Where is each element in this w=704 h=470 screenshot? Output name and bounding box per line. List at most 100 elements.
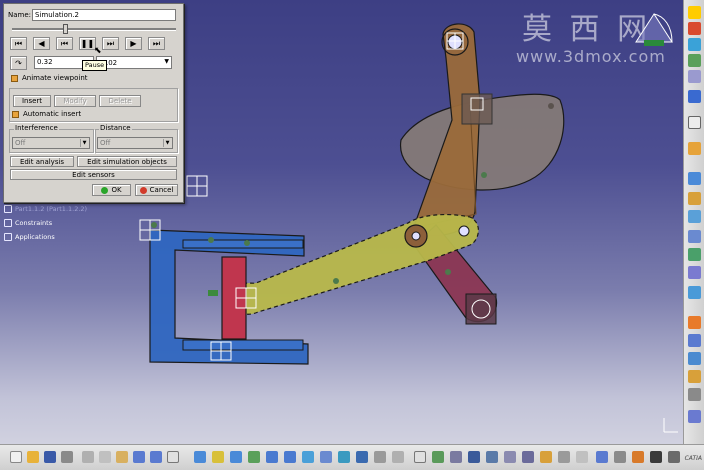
- multi-view-icon[interactable]: [320, 451, 332, 463]
- constraint-icon[interactable]: [688, 70, 701, 83]
- tree-item-constraints[interactable]: Constraints: [4, 216, 87, 230]
- animate-viewpoint-checkbox[interactable]: [11, 75, 18, 82]
- copy-icon[interactable]: [99, 451, 111, 463]
- light-icon[interactable]: [632, 451, 644, 463]
- annotation-icon[interactable]: [522, 451, 534, 463]
- magnify-icon[interactable]: [614, 451, 626, 463]
- wrench-icon[interactable]: [688, 388, 701, 401]
- compass-move-icon[interactable]: [688, 142, 701, 155]
- right-toolbar: [683, 0, 704, 444]
- jump-to-start-button[interactable]: ⏮: [10, 37, 27, 50]
- flag-icon[interactable]: [650, 451, 662, 463]
- track-icon[interactable]: [688, 286, 701, 299]
- step-dropdown-arrow-icon[interactable]: ▼: [164, 58, 169, 65]
- catalog-icon[interactable]: [688, 334, 701, 347]
- fit-all-icon[interactable]: [212, 451, 224, 463]
- joint-icon[interactable]: [688, 38, 701, 51]
- edit-simulation-objects-button[interactable]: Edit simulation objects: [77, 156, 177, 167]
- simulation-slider-thumb[interactable]: [63, 24, 68, 34]
- open-folder-icon[interactable]: [27, 451, 39, 463]
- simulation-dialog: Name: Simulation.2 ⏮ ◀ ⏮ ❚❚ ⏭ ▶ ⏭ ↷ 0.32…: [3, 3, 184, 203]
- pan-icon[interactable]: [230, 451, 242, 463]
- rotate-icon[interactable]: [248, 451, 260, 463]
- simulation-icon[interactable]: [688, 192, 701, 205]
- redo-icon[interactable]: [150, 451, 162, 463]
- automatic-insert-checkbox[interactable]: [12, 111, 19, 118]
- iso-view-icon[interactable]: [338, 451, 350, 463]
- analysis-icon[interactable]: [688, 172, 701, 185]
- simulation-workbench-icon[interactable]: [688, 6, 701, 19]
- tree-item-applications[interactable]: Applications: [4, 230, 87, 244]
- formula-icon[interactable]: [414, 451, 426, 463]
- knowledge-icon[interactable]: [432, 451, 444, 463]
- fly-mode-icon[interactable]: [194, 451, 206, 463]
- axis-glyph: [663, 418, 678, 433]
- undo-icon[interactable]: [133, 451, 145, 463]
- jump-to-end-button[interactable]: ⏭: [148, 37, 165, 50]
- simulation-slider-track[interactable]: [12, 28, 176, 31]
- step-size-field[interactable]: .02 ▼: [96, 56, 172, 69]
- product-icon[interactable]: [688, 316, 701, 329]
- new-document-icon[interactable]: [10, 451, 22, 463]
- kinematics-icon[interactable]: [688, 54, 701, 67]
- distance-dropdown-arrow-icon[interactable]: ▼: [163, 139, 171, 147]
- search-icon[interactable]: [596, 451, 608, 463]
- select-arrow-icon[interactable]: [688, 116, 701, 129]
- section-icon[interactable]: [504, 451, 516, 463]
- paste-icon[interactable]: [116, 451, 128, 463]
- save-icon[interactable]: [44, 451, 56, 463]
- interference-dropdown-arrow-icon[interactable]: ▼: [80, 139, 88, 147]
- distance-icon[interactable]: [688, 248, 701, 261]
- shading-icon[interactable]: [356, 451, 368, 463]
- normal-view-icon[interactable]: [302, 451, 314, 463]
- name-field[interactable]: Simulation.2: [32, 9, 176, 21]
- options-icon[interactable]: [688, 370, 701, 383]
- dropdown-icon[interactable]: [668, 451, 680, 463]
- play-backward-button[interactable]: ◀: [33, 37, 50, 50]
- hide-show-icon[interactable]: [374, 451, 386, 463]
- zoom-in-icon[interactable]: [266, 451, 278, 463]
- cut-icon[interactable]: [82, 451, 94, 463]
- sweep-icon[interactable]: [688, 266, 701, 279]
- whats-this-icon[interactable]: [167, 451, 179, 463]
- insert-button[interactable]: Insert: [13, 95, 51, 107]
- interference-select[interactable]: Off ▼: [12, 137, 90, 149]
- replay-icon[interactable]: [688, 210, 701, 223]
- table-icon[interactable]: [486, 451, 498, 463]
- step-backward-button[interactable]: ⏮: [56, 37, 73, 50]
- joint-square-lower: [465, 293, 497, 325]
- ok-button[interactable]: OK: [92, 184, 131, 196]
- cancel-button[interactable]: Cancel: [135, 184, 178, 196]
- tools-icon[interactable]: [688, 352, 701, 365]
- skip-back-icon: ⏮: [14, 38, 23, 48]
- mechanism-icon[interactable]: [688, 22, 701, 35]
- step-forward-button[interactable]: ⏭: [102, 37, 119, 50]
- grid-icon[interactable]: [468, 451, 480, 463]
- play-forward-button[interactable]: ▶: [125, 37, 142, 50]
- play-forward-icon: ▶: [130, 39, 137, 48]
- swap-space-icon[interactable]: [392, 451, 404, 463]
- catia-brand: CATIA: [684, 455, 702, 462]
- measure-icon[interactable]: [450, 451, 462, 463]
- tree-node-icon: [4, 205, 12, 213]
- sensor-icon[interactable]: [688, 90, 701, 103]
- modify-button[interactable]: Modify: [54, 95, 96, 107]
- catalog-browser-icon[interactable]: [558, 451, 570, 463]
- scroll-down-icon[interactable]: [688, 410, 701, 423]
- clash-icon[interactable]: [688, 230, 701, 243]
- specification-tree: Part1.1.2 (Part1.1.2.2) Constraints Appl…: [4, 202, 87, 244]
- edit-analysis-button[interactable]: Edit analysis: [10, 156, 74, 167]
- camera-icon[interactable]: [540, 451, 552, 463]
- loop-mode-button[interactable]: ↷: [10, 56, 27, 70]
- tree-item-part[interactable]: Part1.1.2 (Part1.1.2.2): [4, 202, 87, 216]
- edit-sensors-button[interactable]: Edit sensors: [10, 169, 177, 180]
- animate-viewpoint-label: Animate viewpoint: [22, 74, 88, 82]
- step-size-value: .02: [106, 59, 118, 67]
- zoom-out-icon[interactable]: [284, 451, 296, 463]
- space-analysis-icon[interactable]: [576, 451, 588, 463]
- distance-select[interactable]: Off ▼: [97, 137, 173, 149]
- step-back-icon: ⏮: [60, 38, 69, 48]
- constraints-icon: [4, 219, 12, 227]
- delete-button[interactable]: Delete: [99, 95, 141, 107]
- print-icon[interactable]: [61, 451, 73, 463]
